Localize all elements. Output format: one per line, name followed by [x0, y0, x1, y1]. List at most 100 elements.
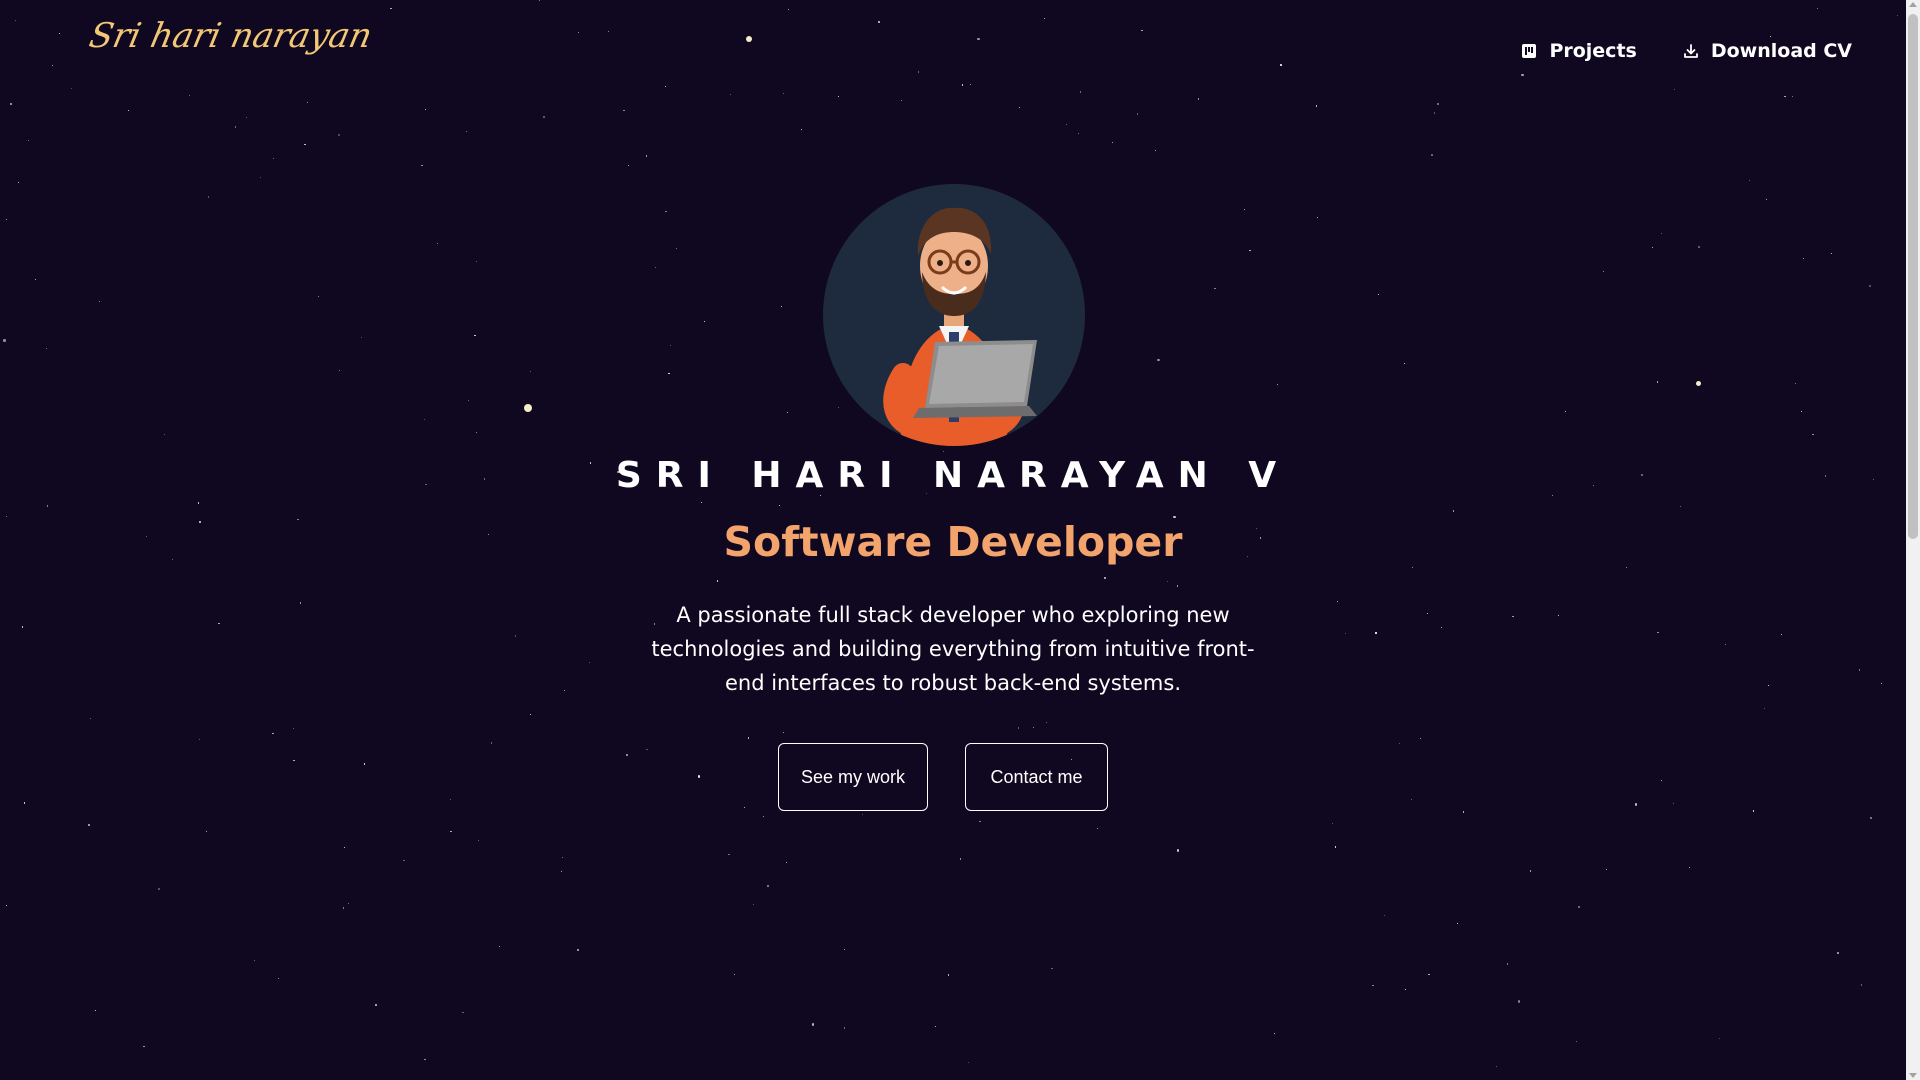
star — [783, 732, 785, 734]
star — [979, 820, 981, 823]
star — [197, 502, 199, 504]
star — [1557, 614, 1559, 617]
star — [1719, 1038, 1721, 1040]
star — [977, 37, 980, 40]
star — [157, 887, 160, 891]
see-my-work-button[interactable]: See my work — [778, 743, 928, 811]
star — [969, 84, 971, 86]
star — [1426, 612, 1429, 615]
star — [1377, 294, 1379, 296]
star — [1564, 410, 1566, 413]
star — [733, 973, 736, 976]
star — [1801, 410, 1803, 413]
star — [1780, 633, 1782, 635]
star — [466, 131, 468, 133]
star — [1079, 91, 1082, 93]
star — [1656, 381, 1659, 383]
star — [403, 859, 405, 862]
star — [1817, 7, 1819, 9]
star — [1244, 208, 1246, 210]
star — [1197, 98, 1200, 100]
star — [98, 300, 101, 302]
star — [476, 432, 478, 434]
star — [782, 92, 785, 94]
star — [766, 885, 769, 888]
star — [436, 242, 439, 245]
nav-projects[interactable]: Projects — [1521, 40, 1637, 62]
star — [1625, 567, 1628, 569]
star — [9, 103, 12, 106]
star — [530, 370, 532, 373]
star — [449, 798, 451, 800]
nav-download-cv[interactable]: Download CV — [1683, 40, 1852, 62]
star — [254, 960, 256, 962]
star — [665, 210, 667, 212]
star — [1176, 585, 1179, 587]
scroll-up-arrow-icon[interactable] — [1909, 2, 1917, 7]
star — [1512, 615, 1514, 618]
star — [564, 689, 566, 692]
star — [348, 902, 350, 904]
star — [1404, 988, 1407, 990]
star — [3, 339, 6, 342]
star — [561, 870, 563, 872]
star — [1679, 506, 1682, 508]
star — [607, 31, 610, 33]
logo-signature[interactable]: Sri hari narayan — [86, 16, 376, 56]
star — [704, 321, 706, 323]
star — [1154, 150, 1156, 152]
star — [1657, 631, 1659, 633]
star — [450, 831, 452, 833]
star — [1870, 817, 1872, 819]
star — [188, 94, 191, 97]
star — [1812, 433, 1814, 436]
star — [34, 278, 36, 280]
star — [1315, 105, 1317, 107]
star — [342, 907, 344, 909]
star — [1752, 810, 1754, 812]
star — [1375, 632, 1377, 634]
scrollbar[interactable] — [1906, 0, 1920, 1080]
star — [1077, 133, 1079, 135]
download-icon — [1683, 43, 1699, 59]
star — [1837, 952, 1839, 954]
star — [1453, 510, 1455, 512]
star — [1897, 15, 1899, 17]
star — [728, 853, 730, 855]
star — [338, 369, 341, 372]
scroll-down-arrow-icon[interactable] — [1909, 1073, 1917, 1078]
star — [1830, 252, 1832, 255]
star — [27, 139, 29, 141]
star — [716, 580, 718, 582]
star — [45, 347, 47, 350]
star — [363, 763, 365, 765]
star — [1496, 1065, 1498, 1067]
star — [539, 0, 541, 2]
star — [1044, 17, 1046, 20]
star — [1104, 577, 1106, 579]
scrollbar-thumb[interactable] — [1908, 14, 1918, 539]
star — [1384, 914, 1386, 917]
star — [670, 344, 672, 347]
star — [1602, 271, 1605, 273]
star — [654, 266, 656, 268]
star — [1419, 738, 1421, 740]
star — [293, 760, 295, 762]
star — [208, 196, 210, 198]
star — [498, 946, 501, 948]
star — [843, 948, 845, 950]
developer-avatar — [823, 184, 1085, 446]
star — [1795, 383, 1797, 385]
star — [967, 1062, 970, 1064]
star — [1868, 284, 1872, 287]
hero-name: SRI HARI NARAYAN V — [615, 455, 1291, 496]
star — [306, 101, 308, 104]
star — [1141, 29, 1143, 32]
star — [1784, 96, 1786, 98]
star — [780, 305, 782, 307]
star — [245, 116, 247, 119]
star — [14, 19, 16, 21]
star — [337, 133, 340, 136]
star — [627, 165, 629, 167]
contact-me-button[interactable]: Contact me — [965, 743, 1108, 811]
